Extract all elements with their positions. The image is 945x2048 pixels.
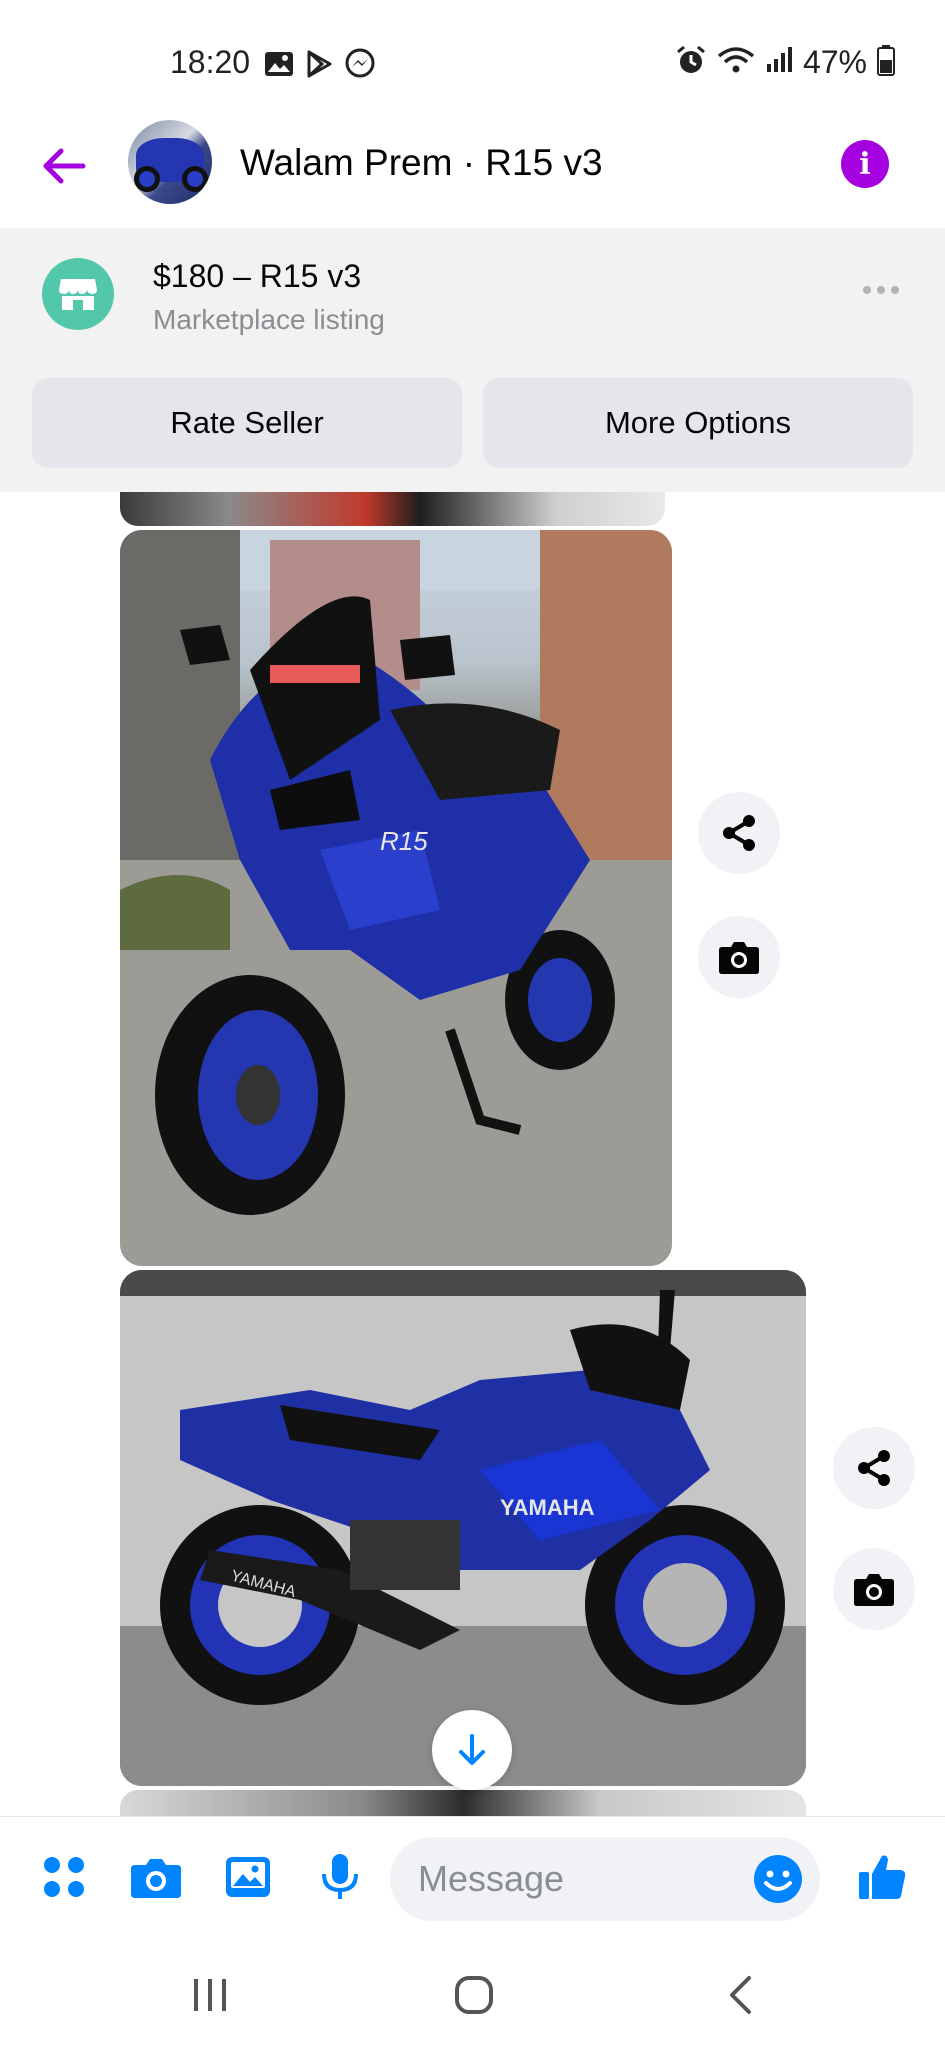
camera-icon xyxy=(131,1859,181,1898)
message-composer xyxy=(0,1816,945,1940)
message-thread[interactable]: R15 YAMAHA YAMAHA xyxy=(0,492,945,1816)
conversation-header: Walam Prem · R15 v3 i xyxy=(0,110,945,228)
status-time: 18:20 xyxy=(170,44,251,80)
rate-seller-button[interactable]: Rate Seller xyxy=(32,378,462,468)
camera-icon xyxy=(854,1574,894,1606)
back-button[interactable] xyxy=(36,138,92,194)
share-button[interactable] xyxy=(698,792,780,874)
info-button[interactable]: i xyxy=(841,140,889,188)
back-icon xyxy=(730,1976,751,2014)
camera-button[interactable] xyxy=(124,1845,188,1909)
alarm-icon xyxy=(675,44,707,81)
marketplace-shop-icon xyxy=(42,258,114,330)
recent-apps-icon xyxy=(194,1979,226,2011)
arrow-down-icon xyxy=(459,1734,485,1765)
camera-icon xyxy=(719,942,759,974)
conversation-title[interactable]: Walam Prem · R15 v3 xyxy=(240,142,603,184)
system-navigation-bar xyxy=(0,1940,945,2048)
gallery-button[interactable] xyxy=(216,1845,280,1909)
photo-message[interactable]: YAMAHA YAMAHA xyxy=(120,1270,806,1786)
more-actions-button[interactable] xyxy=(32,1845,96,1909)
gallery-icon xyxy=(226,1857,270,1897)
listing-subtitle: Marketplace listing xyxy=(153,304,385,335)
save-photo-button[interactable] xyxy=(698,916,780,998)
recent-apps-button[interactable] xyxy=(180,1970,240,2020)
play-store-icon xyxy=(304,49,334,84)
motorcycle-photo: R15 xyxy=(120,530,672,1266)
info-icon: i xyxy=(859,146,871,182)
motorcycle-photo: YAMAHA YAMAHA xyxy=(120,1270,806,1786)
emoji-icon xyxy=(754,1855,802,1903)
wifi-icon xyxy=(717,45,755,80)
save-photo-button[interactable] xyxy=(833,1548,915,1630)
emoji-button[interactable] xyxy=(752,1853,804,1905)
svg-text:R15: R15 xyxy=(380,826,428,856)
four-dots-icon xyxy=(44,1857,84,1897)
scroll-to-bottom-button[interactable] xyxy=(432,1710,512,1790)
battery-icon xyxy=(877,44,895,81)
voice-message-button[interactable] xyxy=(308,1845,372,1909)
more-options-dots-icon[interactable] xyxy=(863,286,899,294)
signal-icon xyxy=(765,46,793,79)
home-icon xyxy=(455,1976,493,2014)
back-arrow-icon xyxy=(43,148,86,184)
share-icon xyxy=(858,1450,890,1486)
svg-text:YAMAHA: YAMAHA xyxy=(500,1495,595,1520)
messenger-icon xyxy=(344,48,376,85)
photo-message-partial[interactable] xyxy=(120,492,665,526)
photo-message[interactable]: R15 xyxy=(120,530,672,1266)
back-nav-button[interactable] xyxy=(710,1970,770,2020)
gallery-icon xyxy=(264,51,294,82)
status-bar: 18:20 47% xyxy=(0,0,945,120)
listing-title[interactable]: $180 – R15 v3 xyxy=(153,258,361,295)
thumbs-up-icon xyxy=(859,1855,906,1899)
battery-percent: 47% xyxy=(802,44,867,80)
avatar[interactable] xyxy=(128,120,212,204)
photo-message-partial[interactable] xyxy=(120,1790,806,1816)
microphone-icon xyxy=(322,1854,358,1899)
home-button[interactable] xyxy=(444,1970,504,2020)
more-options-button[interactable]: More Options xyxy=(483,378,913,468)
share-icon xyxy=(723,815,755,851)
like-button[interactable] xyxy=(850,1845,914,1909)
share-button[interactable] xyxy=(833,1427,915,1509)
marketplace-listing-card: $180 – R15 v3 Marketplace listing Rate S… xyxy=(0,228,945,492)
